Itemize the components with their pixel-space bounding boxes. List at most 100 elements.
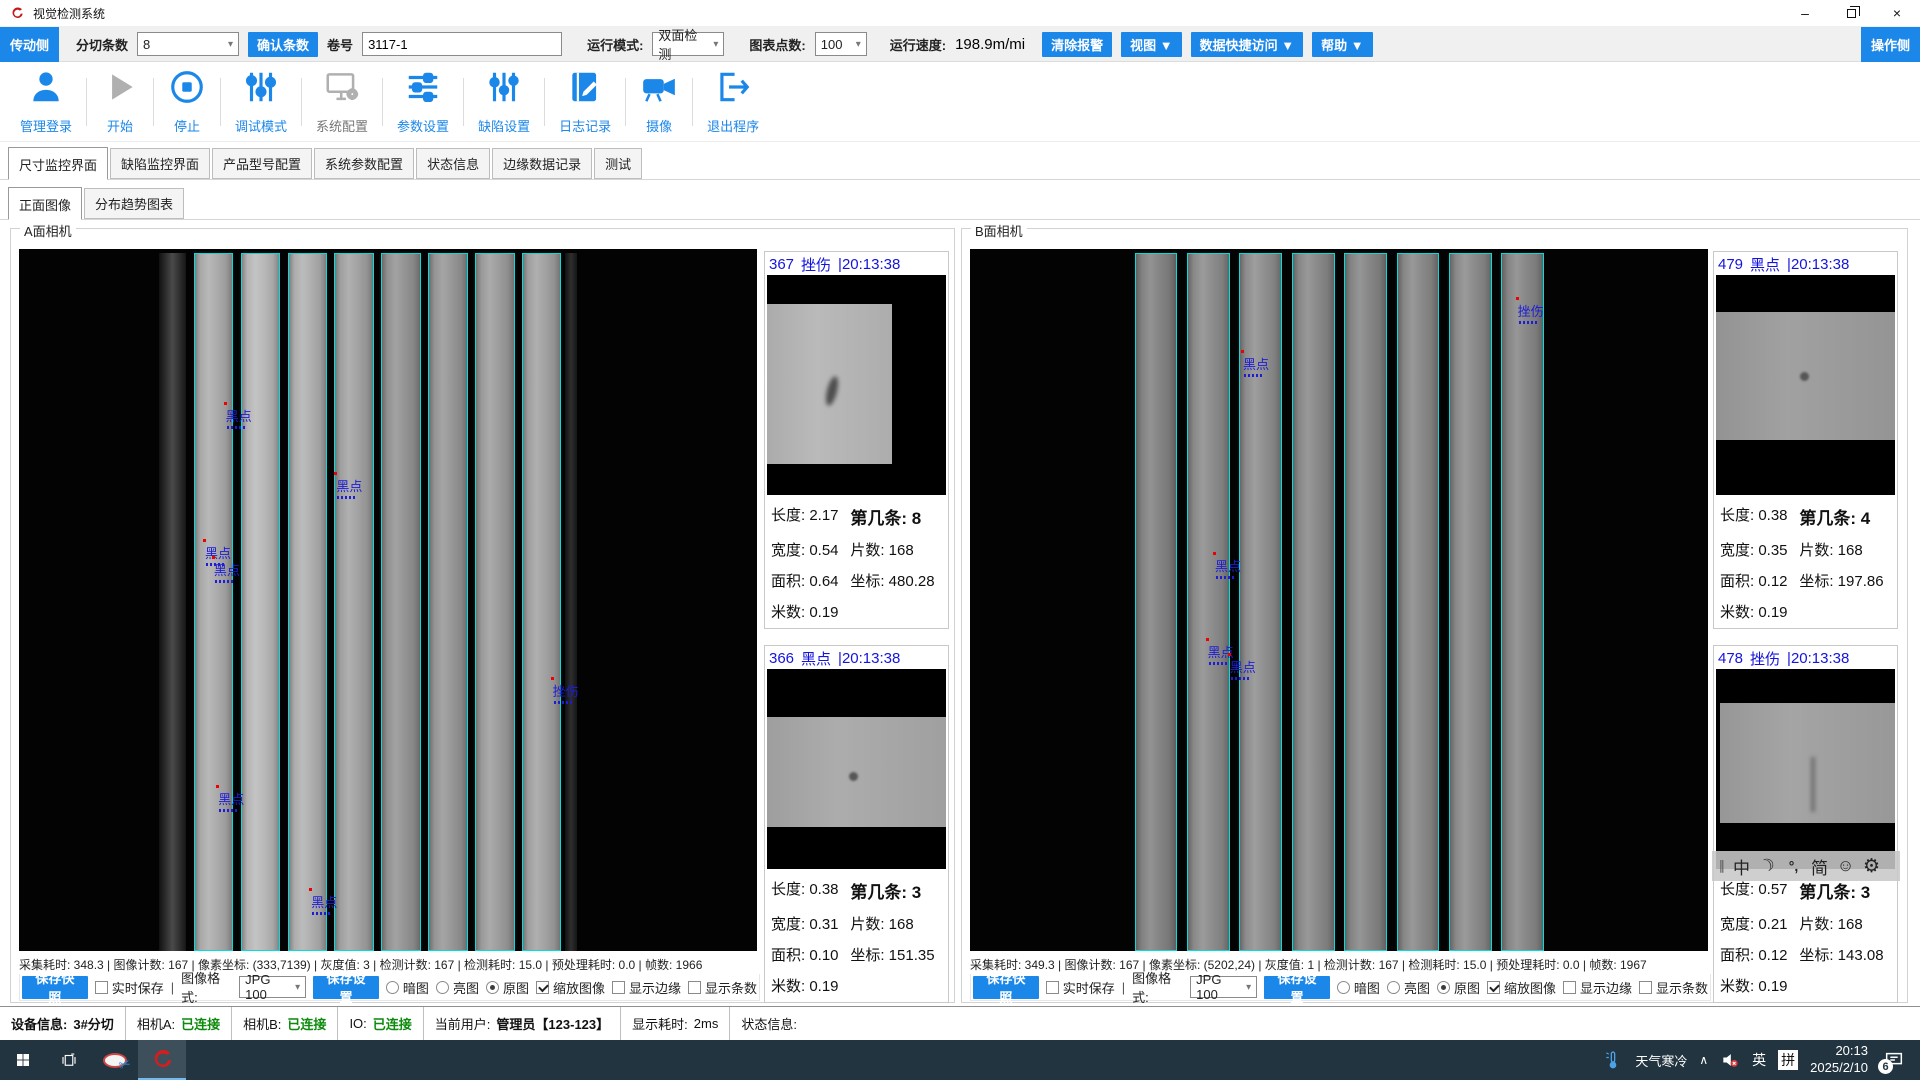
thermometer-icon[interactable] — [1603, 1049, 1623, 1071]
language-indicator[interactable]: 英 — [1752, 1050, 1766, 1070]
ime-simplified-icon[interactable]: 简 — [1807, 854, 1832, 879]
notification-center-button[interactable]: 6 — [1880, 1046, 1908, 1074]
stat-cell: 长度: 2.17 — [771, 504, 850, 529]
radio-原图[interactable]: 原图 — [486, 978, 529, 997]
start-button[interactable] — [0, 1040, 46, 1080]
tab-2[interactable]: 产品型号配置 — [212, 148, 312, 179]
checkbox-显示边缘[interactable]: 显示边缘 — [1563, 978, 1632, 997]
radio-暗图[interactable]: 暗图 — [1337, 978, 1380, 997]
save-settings-button[interactable]: 保存设置 — [313, 976, 379, 999]
defect-card-header: 478挫伤|20:13:38 — [1716, 648, 1895, 669]
stop-icon — [168, 68, 206, 111]
action-param-settings[interactable]: 参数设置 — [383, 62, 463, 141]
ime-settings-gear-icon[interactable]: ⚙ — [1859, 855, 1884, 878]
clear-alarm-button[interactable]: 清除报警 — [1042, 32, 1112, 57]
ime-drag-handle[interactable]: ∥ — [1716, 858, 1728, 874]
tab-0[interactable]: 尺寸监控界面 — [8, 147, 108, 180]
defect-card[interactable]: 479黑点|20:13:38长度: 0.38第几条: 4宽度: 0.35片数: … — [1713, 251, 1898, 629]
stat-cell: 面积: 0.10 — [771, 944, 850, 965]
action-label: 管理登录 — [20, 116, 72, 135]
transmission-side-button[interactable]: 传动侧 — [0, 27, 59, 62]
active-app-button[interactable] — [138, 1040, 186, 1080]
run-mode-select[interactable]: 双面检测 — [652, 32, 724, 56]
tab-4[interactable]: 状态信息 — [416, 148, 490, 179]
tab-3[interactable]: 系统参数配置 — [314, 148, 414, 179]
help-menu-button[interactable]: 帮助 ▼ — [1312, 32, 1372, 57]
roll-number-input[interactable] — [362, 32, 562, 56]
image-format-select[interactable]: JPG 100 — [239, 976, 306, 998]
tab-6[interactable]: 测试 — [594, 148, 642, 179]
stat-cell — [1799, 601, 1893, 622]
ime-punctuation-icon[interactable]: °, — [1781, 858, 1806, 874]
action-system-config[interactable]: 系统配置 — [302, 62, 382, 141]
defect-card[interactable]: 478挫伤|20:13:38长度: 0.57第几条: 3宽度: 0.21片数: … — [1713, 645, 1898, 1003]
realtime-save-checkbox[interactable]: 实时保存 — [95, 978, 164, 997]
checkbox-显示边缘[interactable]: 显示边缘 — [612, 978, 681, 997]
radio-亮图[interactable]: 亮图 — [1387, 978, 1430, 997]
action-stop[interactable]: 停止 — [154, 62, 220, 141]
action-start[interactable]: 开始 — [87, 62, 153, 141]
defect-id: 366 — [769, 650, 794, 667]
action-defect-settings[interactable]: 缺陷设置 — [464, 62, 544, 141]
defect-card[interactable]: 367挫伤|20:13:38长度: 2.17第几条: 8宽度: 0.54片数: … — [764, 251, 949, 629]
defect-card[interactable]: 366黑点|20:13:38长度: 0.38第几条: 3宽度: 0.31片数: … — [764, 645, 949, 1003]
checkbox-缩放图像[interactable]: 缩放图像 — [536, 978, 605, 997]
logbook-icon — [566, 68, 604, 111]
realtime-save-checkbox[interactable]: 实时保存 — [1046, 978, 1115, 997]
defect-label: 挫伤 — [1518, 301, 1544, 320]
clock[interactable]: 20:13 2025/2/10 — [1810, 1043, 1868, 1077]
defect-time: |20:13:38 — [838, 650, 900, 667]
slit-strip — [194, 253, 233, 951]
separator: | — [1122, 980, 1125, 995]
main-tab-bar: 尺寸监控界面缺陷监控界面产品型号配置系统参数配置状态信息边缘数据记录测试 — [0, 142, 1920, 180]
defect-id: 367 — [769, 256, 794, 273]
checkbox-显示条数[interactable]: 显示条数 — [1639, 978, 1708, 997]
restore-button[interactable] — [1828, 0, 1874, 26]
subtab-0[interactable]: 正面图像 — [8, 187, 82, 220]
save-settings-button[interactable]: 保存设置 — [1264, 976, 1330, 999]
image-format-select[interactable]: JPG 100 — [1190, 976, 1257, 998]
action-exit-program[interactable]: 退出程序 — [693, 62, 773, 141]
stat-cell: 片数: 168 — [1799, 913, 1893, 934]
ime-fullwidth-icon[interactable]: ☽ — [1752, 852, 1783, 881]
close-button[interactable]: × — [1874, 0, 1920, 26]
minimize-button[interactable]: – — [1782, 0, 1828, 26]
task-view-button[interactable] — [46, 1040, 92, 1080]
radio-亮图[interactable]: 亮图 — [436, 978, 479, 997]
quick-data-access-button[interactable]: 数据快捷访问 ▼ — [1191, 32, 1303, 57]
ime-emoji-icon[interactable]: ☺ — [1833, 856, 1858, 876]
radio-icon — [1337, 981, 1350, 994]
ime-mode-indicator[interactable]: 拼 — [1778, 1050, 1798, 1070]
action-admin-login[interactable]: 管理登录 — [6, 62, 86, 141]
weather-text[interactable]: 天气寒冷 — [1635, 1051, 1687, 1070]
slit-strip — [428, 253, 467, 951]
operation-side-button[interactable]: 操作侧 — [1861, 27, 1920, 62]
action-log-record[interactable]: 日志记录 — [545, 62, 625, 141]
radio-暗图[interactable]: 暗图 — [386, 978, 429, 997]
hidden-icons-chevron[interactable]: ∧ — [1699, 1053, 1708, 1067]
defect-stats: 长度: 2.17第几条: 8宽度: 0.54片数: 168面积: 0.64坐标:… — [767, 495, 946, 626]
checkbox-缩放图像[interactable]: 缩放图像 — [1487, 978, 1556, 997]
defect-thumbnail — [767, 275, 946, 495]
save-snapshot-button[interactable]: 保存快照 — [973, 976, 1039, 999]
action-debug-mode[interactable]: 调试模式 — [221, 62, 301, 141]
view-menu-button[interactable]: 视图 ▼ — [1121, 32, 1181, 57]
chart-points-select[interactable]: 100 — [815, 32, 867, 56]
save-snapshot-button[interactable]: 保存快照 — [22, 976, 88, 999]
action-label: 参数设置 — [397, 116, 449, 135]
radio-原图[interactable]: 原图 — [1437, 978, 1480, 997]
checkbox-显示条数[interactable]: 显示条数 — [688, 978, 757, 997]
vsliders-icon — [485, 68, 523, 111]
camera-panel-b: B面相机挫伤黑点黑点黑点黑点479黑点|20:13:38长度: 0.38第几条:… — [961, 228, 1908, 1003]
action-video-capture[interactable]: 摄像 — [626, 62, 692, 141]
tab-1[interactable]: 缺陷监控界面 — [110, 148, 210, 179]
sub-tab-bar: 正面图像分布趋势图表 — [0, 186, 1920, 220]
subtab-1[interactable]: 分布趋势图表 — [84, 188, 184, 219]
snipping-tool-button[interactable]: ✂ — [92, 1040, 138, 1080]
confirm-count-button[interactable]: 确认条数 — [248, 32, 318, 57]
slit-count-select[interactable]: 8 — [137, 32, 239, 56]
speaker-muted-icon[interactable] — [1720, 1050, 1740, 1070]
ime-chinese-mode-icon[interactable]: 中 — [1729, 854, 1754, 879]
tab-5[interactable]: 边缘数据记录 — [492, 148, 592, 179]
slit-strip — [475, 253, 514, 951]
